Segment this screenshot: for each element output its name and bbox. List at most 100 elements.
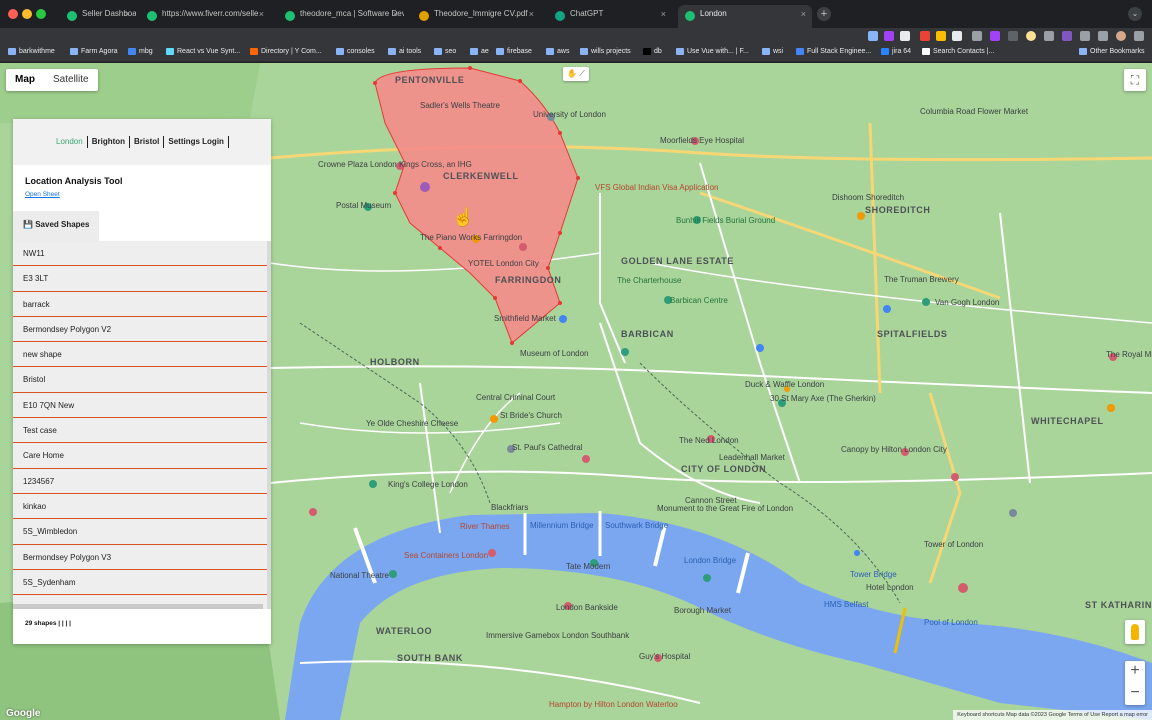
close-tab-icon[interactable]: ×	[393, 9, 398, 19]
place-label[interactable]: Immersive Gamebox London Southbank	[486, 631, 629, 640]
city-nav-link[interactable]: Settings Login	[164, 136, 229, 148]
bookmark-item[interactable]: seo	[434, 48, 456, 55]
extension-icon[interactable]	[1044, 31, 1054, 41]
maximize-window-icon[interactable]	[36, 9, 46, 19]
horizontal-scrollbar[interactable]	[13, 604, 263, 609]
place-label[interactable]: Borough Market	[674, 606, 731, 615]
place-label[interactable]: Smithfield Market	[494, 314, 556, 323]
place-label[interactable]: VFS Global Indian Visa Application	[595, 183, 718, 192]
place-label[interactable]: Blackfriars	[491, 503, 528, 512]
place-label[interactable]: Moorfields Eye Hospital	[660, 136, 744, 145]
place-label[interactable]: Southwark Bridge	[605, 521, 668, 530]
place-label[interactable]: St. Paul's Cathedral	[512, 443, 582, 452]
place-label[interactable]: Hotel London	[866, 583, 914, 592]
new-tab-button[interactable]: +	[817, 7, 831, 21]
saved-shape-item[interactable]: 5S_Sydenham	[13, 569, 267, 596]
bookmark-item[interactable]: firebase	[496, 48, 532, 55]
bookmark-item[interactable]: Directory | Y Com...	[250, 48, 322, 55]
saved-shape-item[interactable]: Bermondsey Polygon V2	[13, 316, 267, 343]
browser-tab[interactable]: theodore_mca | Software Dev ×	[278, 5, 404, 28]
saved-shape-item[interactable]: E3 3LT	[13, 266, 267, 292]
bookmark-item[interactable]: wills projects	[580, 48, 631, 55]
bookmark-item[interactable]: barkwithme	[8, 48, 55, 55]
place-label[interactable]: Tower of London	[924, 540, 983, 549]
extension-icon[interactable]	[952, 31, 962, 41]
sidebar-icon[interactable]	[1098, 31, 1108, 41]
place-label[interactable]: Tower Bridge	[850, 570, 897, 579]
place-label[interactable]: River Thames	[460, 522, 510, 531]
place-label[interactable]: Canopy by Hilton London City	[841, 445, 947, 454]
download-icon[interactable]	[972, 31, 982, 41]
place-label[interactable]: Duck & Waffle London	[745, 380, 824, 389]
saved-shape-item[interactable]: Test case	[13, 418, 267, 444]
place-label[interactable]: The Charterhouse	[617, 276, 681, 285]
drawing-tools-control[interactable]: ✋ ⟋	[563, 67, 589, 81]
extension-icon[interactable]	[1008, 31, 1018, 41]
bookmark-item[interactable]: ai tools	[388, 48, 421, 55]
saved-shape-item[interactable]: NW11	[13, 241, 267, 267]
open-sheet-link[interactable]: Open Sheet	[13, 190, 271, 211]
browser-tab[interactable]: Seller Dashboard×	[60, 5, 136, 28]
place-label[interactable]: The Royal Mint	[1106, 350, 1152, 359]
place-label[interactable]: Monument to the Great Fire of London	[657, 504, 793, 513]
close-window-icon[interactable]	[8, 9, 18, 19]
place-label[interactable]: Central Criminal Court	[476, 393, 555, 402]
saved-shape-item[interactable]: Care Home	[13, 443, 267, 469]
browser-tab[interactable]: London ×	[678, 5, 812, 28]
saved-shape-item[interactable]: Bermondsey Polygon V3	[13, 544, 267, 570]
place-label[interactable]: The Piano Works Farringdon	[420, 233, 522, 242]
saved-shapes-list[interactable]: NW11 E3 3LT barrack Bermondsey Polygon V2 ne…	[13, 241, 271, 609]
place-label[interactable]: Bunhill Fields Burial Ground	[676, 216, 775, 225]
extension-icon[interactable]	[1062, 31, 1072, 41]
place-label[interactable]: Ye Olde Cheshire Cheese	[366, 419, 458, 428]
map-type-satellite-button[interactable]: Satellite	[44, 69, 98, 91]
bookmark-item[interactable]: Other Bookmarks	[1079, 48, 1144, 55]
puzzle-icon[interactable]	[1080, 31, 1090, 41]
minimize-window-icon[interactable]	[22, 9, 32, 19]
tab-search-button[interactable]: ⌄	[1128, 7, 1142, 21]
bookmark-item[interactable]: wsi	[762, 48, 783, 55]
place-label[interactable]: Millennium Bridge	[530, 521, 594, 530]
extension-icon[interactable]	[884, 31, 894, 41]
map-canvas[interactable]: PENTONVILLE CLERKENWELL FARRINGDON GOLDEN L…	[0, 63, 1152, 720]
place-label[interactable]: St Bride's Church	[500, 411, 562, 420]
map-attribution[interactable]: Keyboard shortcuts Map data ©2023 Google…	[953, 710, 1152, 720]
bookmark-item[interactable]: Farm Agora	[70, 48, 118, 55]
extension-icon[interactable]	[936, 31, 946, 41]
extension-icon[interactable]	[920, 31, 930, 41]
place-label[interactable]: Barbican Centre	[670, 296, 728, 305]
browser-tab[interactable]: Theodore_Immigre CV.pdf ×	[412, 5, 540, 28]
bookmark-item[interactable]: aws	[546, 48, 569, 55]
bookmark-item[interactable]: db	[643, 48, 662, 55]
place-label[interactable]: Crowne Plaza London Kings Cross, an IHG	[318, 160, 472, 169]
close-tab-icon[interactable]: ×	[661, 9, 666, 19]
saved-shape-item[interactable]: kinkao	[13, 493, 267, 520]
place-label[interactable]: National Theatre	[330, 571, 389, 580]
bookmark-item[interactable]: jira 64	[881, 48, 911, 55]
saved-shape-item[interactable]: Bristol	[13, 367, 267, 393]
saved-shape-item[interactable]: E10 7QN New	[13, 392, 267, 419]
close-tab-icon[interactable]: ×	[801, 9, 806, 19]
place-label[interactable]: Sadler's Wells Theatre	[420, 101, 500, 110]
saved-shape-item[interactable]: 5S_Wimbledon	[13, 519, 267, 545]
extension-icon[interactable]	[900, 31, 910, 41]
place-label[interactable]: Columbia Road Flower Market	[920, 107, 1028, 116]
place-label[interactable]: King's College London	[388, 480, 468, 489]
extension-icon[interactable]	[990, 31, 1000, 41]
bookmark-item[interactable]: Search Contacts |...	[922, 48, 994, 55]
place-label[interactable]: YOTEL London City	[468, 259, 539, 268]
zoom-in-button[interactable]: +	[1125, 661, 1145, 683]
more-menu-icon[interactable]	[1134, 31, 1144, 41]
saved-shape-item[interactable]: 1234567	[13, 468, 267, 494]
place-label[interactable]: London Bankside	[556, 603, 618, 612]
place-label[interactable]: Tate Modern	[566, 562, 610, 571]
place-label[interactable]: Hampton by Hilton London Waterloo	[549, 700, 678, 709]
saved-shape-item[interactable]: new shape	[13, 342, 267, 368]
place-label[interactable]: Museum of London	[520, 349, 589, 358]
browser-tab[interactable]: ChatGPT ×	[548, 5, 672, 28]
bookmark-item[interactable]: consoles	[336, 48, 375, 55]
place-label[interactable]: The Truman Brewery	[884, 275, 959, 284]
bookmark-item[interactable]: React vs Vue Synt...	[166, 48, 240, 55]
browser-tab[interactable]: https://www.fiverr.com/selle ×	[140, 5, 270, 28]
saved-shapes-tab[interactable]: 💾 Saved Shapes	[13, 211, 100, 241]
